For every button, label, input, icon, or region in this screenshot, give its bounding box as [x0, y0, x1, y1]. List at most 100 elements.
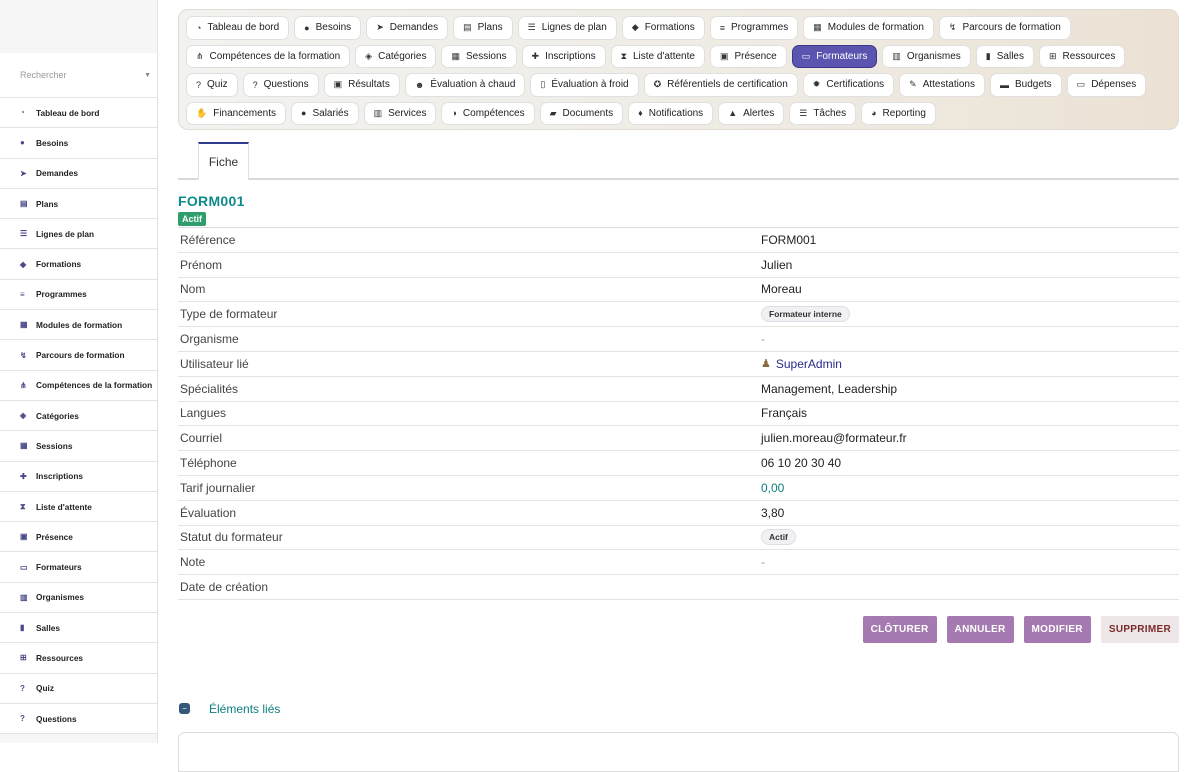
nav-button-bars[interactable]: ≡ Programmes: [709, 16, 799, 40]
user-icon: ♟: [761, 358, 771, 371]
sidebar-item-label: Inscriptions: [36, 471, 84, 482]
sidebar-item-lightbulb[interactable]: ● Besoins: [0, 128, 157, 159]
sidebar-item-sitemap[interactable]: ⋔ Compétences de la formation: [0, 370, 157, 401]
nav-button-calendar[interactable]: ▦ Sessions: [441, 44, 517, 68]
nav-button-thermometer[interactable]: ▯ Évaluation à froid: [530, 73, 639, 97]
collapse-toggle-icon[interactable]: −: [179, 703, 190, 715]
nav-button-bell[interactable]: ♦ Notifications: [628, 101, 714, 125]
clipboard-icon: ▤: [20, 199, 28, 209]
nav-button-money-bill[interactable]: ▭ Dépenses: [1066, 73, 1147, 97]
nav-button-hand-holding-dollar[interactable]: ✋ Financements: [186, 101, 287, 125]
sidebar-item-graduation-cap[interactable]: ◆ Formations: [0, 249, 157, 280]
sidebar-item-label: Formations: [36, 259, 82, 270]
nav-button-badge[interactable]: ✹ Certifications: [802, 73, 895, 97]
nav-button-chalkboard-teacher[interactable]: ▭ Formateurs: [791, 44, 878, 68]
field-row: Type de formateur Formateur interne: [178, 302, 1179, 328]
bars-icon: ≡: [719, 22, 725, 33]
sidebar-item-network[interactable]: ⊞ Ressources: [0, 643, 157, 674]
nav-button-label: Sessions: [465, 50, 507, 62]
nav-button-question[interactable]: ? Questions: [242, 73, 319, 97]
nav-button-hourglass[interactable]: ⧗ Liste d'attente: [610, 44, 705, 68]
field-label: Courriel: [180, 431, 223, 446]
nav-button-smile[interactable]: ☻ Évaluation à chaud: [404, 73, 526, 97]
cancel-button[interactable]: ANNULER: [946, 615, 1014, 643]
delete-button[interactable]: SUPPRIMER: [1100, 615, 1179, 643]
nav-button-list[interactable]: ☰ Lignes de plan: [517, 16, 617, 40]
sidebar-item-bars[interactable]: ≡ Programmes: [0, 279, 157, 311]
field-label: Type de formateur: [180, 307, 278, 322]
field-label: Utilisateur lié: [180, 356, 249, 371]
field-label: Évaluation: [180, 505, 237, 520]
nav-button-lightbulb[interactable]: ● Besoins: [294, 16, 362, 40]
nav-button-route[interactable]: ↯ Parcours de formation: [938, 16, 1071, 40]
nav-button-dashboard[interactable]: ◔ Tableau de bord: [186, 16, 290, 40]
nav-button-clipboard-check[interactable]: ▣ Présence: [709, 44, 787, 68]
nav-button-user-plus[interactable]: ✚ Inscriptions: [521, 44, 606, 68]
nav-button-brain[interactable]: ◑ Compétences: [441, 101, 535, 125]
close-button[interactable]: CLÔTURER: [862, 615, 937, 643]
field-value: Moreau: [761, 282, 802, 297]
money-bill-icon: ▭: [1076, 79, 1086, 90]
sidebar-item-door[interactable]: ▮ Salles: [0, 613, 157, 644]
nav-button-building[interactable]: ▥ Organismes: [882, 44, 971, 68]
field-row: Prénom Julien: [178, 253, 1179, 278]
calendar-icon: ▦: [451, 50, 460, 61]
field-value: Julien: [761, 257, 793, 272]
nav-button-chart-pie[interactable]: ◕ Reporting: [861, 101, 936, 125]
dashboard-icon: ◔: [196, 22, 202, 33]
user-plus-icon: ✚: [531, 50, 540, 61]
nav-button-label: Référentiels de certification: [667, 79, 788, 91]
sitemap-icon: ⋔: [196, 50, 204, 61]
nav-button-wallet[interactable]: ▬ Budgets: [989, 73, 1062, 97]
sidebar-item-calendar[interactable]: ▦ Sessions: [0, 431, 157, 462]
sidebar-item-clipboard[interactable]: ▤ Plans: [0, 188, 157, 220]
nav-button-building-columns[interactable]: ▥ Services: [363, 101, 437, 125]
nav-button-certificate[interactable]: ✪ Référentiels de certification: [643, 73, 798, 97]
nav-button-paper-plane[interactable]: ➤ Demandes: [366, 16, 449, 40]
field-label: Prénom: [180, 257, 223, 272]
nav-button-tags[interactable]: ◈ Catégories: [355, 44, 437, 68]
field-value: Actif: [761, 529, 796, 546]
linked-user-link[interactable]: SuperAdmin: [776, 357, 842, 371]
nav-button-clipboard[interactable]: ▤ Plans: [453, 16, 513, 40]
sidebar-item-route[interactable]: ↯ Parcours de formation: [0, 340, 157, 371]
field-row: Évaluation 3,80: [178, 501, 1179, 526]
sidebar-item-user-plus[interactable]: ✚ Inscriptions: [0, 461, 157, 492]
nav-button-network[interactable]: ⊞ Ressources: [1038, 44, 1126, 68]
folder-open-icon: ▰: [549, 107, 557, 118]
nav-button-cubes[interactable]: ▦ Modules de formation: [803, 16, 934, 40]
nav-button-folder-open[interactable]: ▰ Documents: [539, 101, 624, 125]
caret-down-icon: ▼: [144, 71, 151, 79]
sidebar-search-select[interactable]: Rechercher ▼: [0, 53, 157, 98]
nav-button-door[interactable]: ▮ Salles: [975, 44, 1034, 68]
nav-button-sitemap[interactable]: ⋔ Compétences de la formation: [186, 44, 351, 68]
edit-button[interactable]: MODIFIER: [1023, 615, 1091, 643]
field-row: Note -: [178, 550, 1179, 576]
sidebar-item-clipboard-check[interactable]: ▣ Présence: [0, 522, 157, 553]
nav-button-file-signature[interactable]: ✎ Attestations: [899, 73, 985, 97]
nav-button-tasks[interactable]: ☰ Tâches: [789, 101, 857, 125]
sidebar-item-paper-plane[interactable]: ➤ Demandes: [0, 158, 157, 189]
sidebar-item-question-circle[interactable]: ? Quiz: [0, 673, 157, 704]
nav-button-question-circle[interactable]: ? Quiz: [186, 73, 238, 97]
sidebar-item-chalkboard-teacher[interactable]: ▭ Formateurs: [0, 552, 157, 583]
linked-elements-header: − Éléments liés: [178, 702, 1179, 716]
nav-button-label: Questions: [263, 79, 309, 91]
tab-fiche[interactable]: Fiche: [198, 142, 249, 180]
nav-button-warning[interactable]: ▲ Alertes: [718, 101, 785, 125]
sidebar-item-cubes[interactable]: ▦ Modules de formation: [0, 310, 157, 341]
paper-plane-icon: ➤: [20, 168, 27, 178]
sidebar-item-tags[interactable]: ◈ Catégories: [0, 400, 157, 432]
cubes-icon: ▦: [20, 320, 28, 330]
sidebar-item-building[interactable]: ▥ Organismes: [0, 582, 157, 614]
sidebar-item-list[interactable]: ☰ Lignes de plan: [0, 219, 157, 250]
sidebar-item-hourglass[interactable]: ⧗ Liste d'attente: [0, 491, 157, 523]
sidebar-item-dashboard[interactable]: ◔ Tableau de bord: [0, 98, 157, 129]
nav-button-poll[interactable]: ▣ Résultats: [323, 73, 400, 97]
field-row: Date de création: [178, 575, 1179, 600]
nav-button-graduation-cap[interactable]: ◆ Formations: [621, 16, 705, 40]
nav-button-label: Inscriptions: [545, 50, 596, 62]
sidebar-item-question[interactable]: ? Questions: [0, 703, 157, 735]
nav-button-user-tie[interactable]: ● Salariés: [291, 101, 359, 125]
field-label: Tarif journalier: [180, 480, 256, 495]
